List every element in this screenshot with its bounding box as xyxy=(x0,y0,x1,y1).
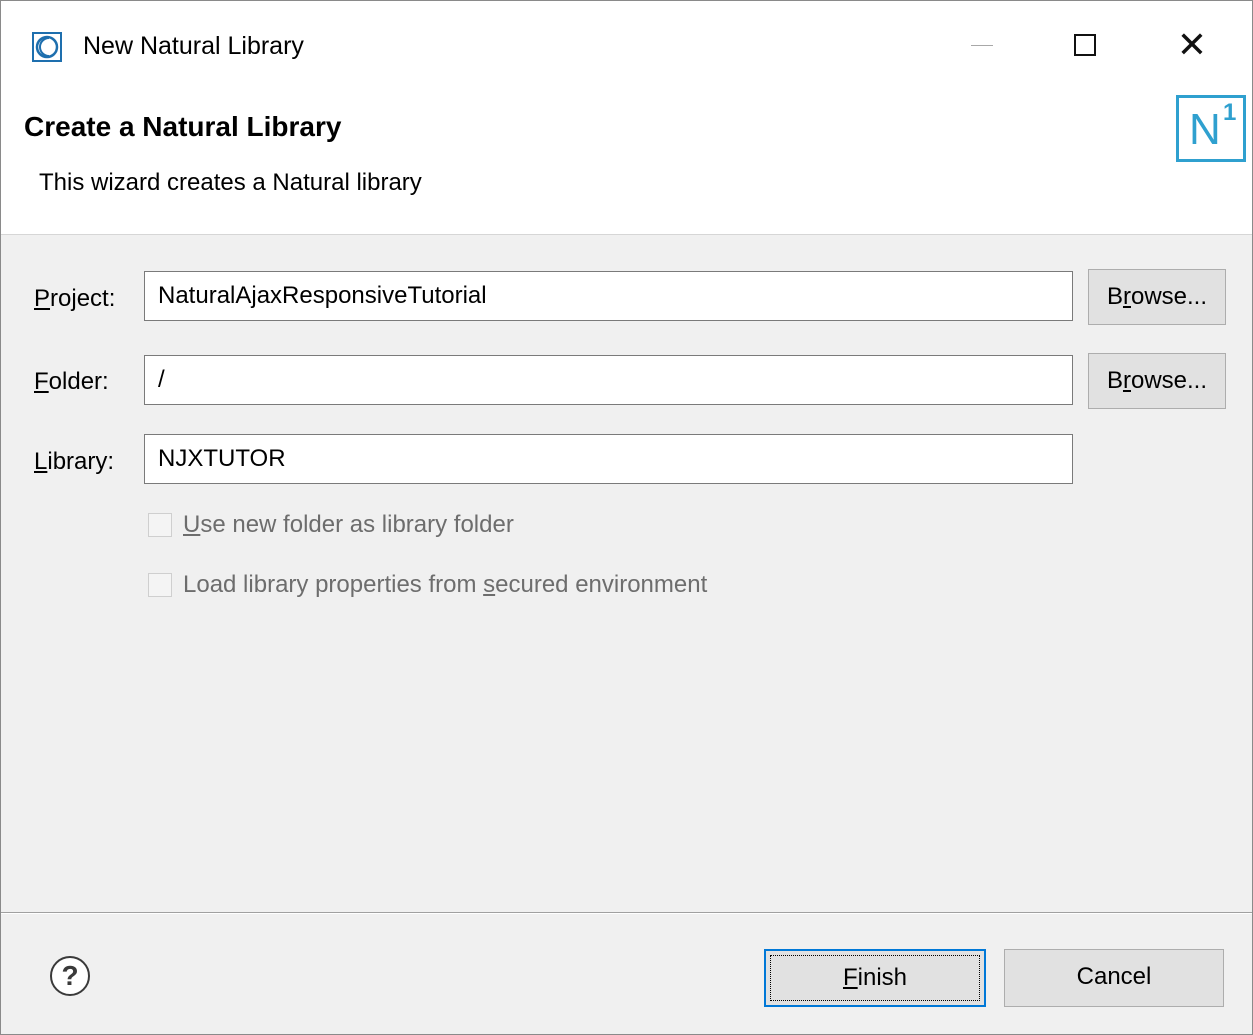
wizard-dialog: New Natural Library ✕ Create a Natural L… xyxy=(0,0,1253,1035)
help-icon: ? xyxy=(61,960,79,991)
logo-superscript: 1 xyxy=(1223,99,1237,126)
close-icon: ✕ xyxy=(1176,24,1208,65)
load-properties-option[interactable]: Load library properties from secured env… xyxy=(148,569,707,601)
page-title: Create a Natural Library xyxy=(24,111,342,142)
maximize-button[interactable] xyxy=(1039,1,1131,89)
library-label: Library: xyxy=(34,448,115,475)
maximize-icon xyxy=(1074,34,1096,56)
logo-letter: N xyxy=(1189,105,1221,154)
wizard-header: Create a Natural Library This wizard cre… xyxy=(1,89,1252,235)
natural-logo: N 1 xyxy=(1176,95,1246,162)
folder-field[interactable]: / xyxy=(144,355,1073,405)
use-new-folder-label: Use new folder as library folder xyxy=(183,511,514,538)
footer-separator-highlight xyxy=(1,913,1252,914)
cancel-button[interactable]: Cancel xyxy=(1004,949,1224,1007)
load-properties-checkbox[interactable] xyxy=(148,573,172,597)
use-new-folder-option[interactable]: Use new folder as library folder xyxy=(148,509,514,541)
project-label: Project: xyxy=(34,285,116,312)
window-title: New Natural Library xyxy=(83,32,304,60)
project-browse-button[interactable]: Browse... xyxy=(1088,269,1226,325)
title-bar[interactable]: New Natural Library ✕ xyxy=(1,1,1252,89)
page-description: This wizard creates a Natural library xyxy=(39,169,422,196)
project-field[interactable]: NaturalAjaxResponsiveTutorial xyxy=(144,271,1073,321)
load-properties-label: Load library properties from secured env… xyxy=(183,571,708,598)
close-button[interactable]: ✕ xyxy=(1146,1,1238,89)
finish-label: Finish xyxy=(842,964,908,991)
minimize-icon xyxy=(971,44,993,46)
folder-label: Folder: xyxy=(34,368,109,395)
finish-button[interactable]: Finish xyxy=(764,949,986,1007)
minimize-button[interactable] xyxy=(936,1,1028,89)
use-new-folder-checkbox[interactable] xyxy=(148,513,172,537)
help-button[interactable]: ? xyxy=(50,956,90,996)
library-field[interactable]: NJXTUTOR xyxy=(144,434,1073,484)
folder-browse-button[interactable]: Browse... xyxy=(1088,353,1226,409)
eclipse-app-icon xyxy=(32,32,62,62)
